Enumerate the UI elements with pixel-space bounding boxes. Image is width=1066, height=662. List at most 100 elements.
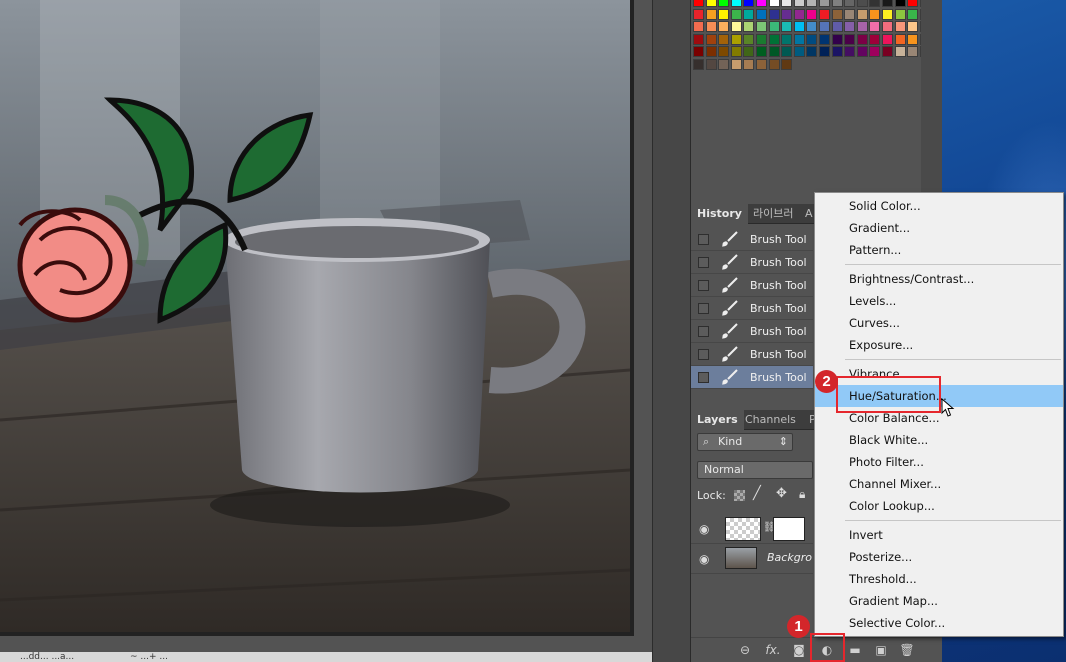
color-swatch[interactable]: [768, 46, 780, 58]
color-swatch[interactable]: [693, 21, 704, 33]
history-snapshot-checkbox[interactable]: [698, 326, 709, 337]
color-swatch[interactable]: [806, 8, 818, 20]
color-swatch[interactable]: [781, 59, 793, 70]
color-swatch[interactable]: [856, 21, 868, 33]
color-swatch[interactable]: [844, 33, 856, 45]
color-swatch[interactable]: [907, 21, 919, 33]
color-swatch[interactable]: [756, 0, 767, 7]
color-swatch[interactable]: [730, 21, 742, 33]
color-swatch[interactable]: [831, 21, 843, 33]
color-swatch[interactable]: [768, 33, 780, 45]
color-swatch[interactable]: [693, 46, 704, 58]
history-snapshot-checkbox[interactable]: [698, 349, 709, 360]
color-swatch[interactable]: [869, 21, 881, 33]
lock-transparent-icon[interactable]: [734, 490, 745, 501]
color-swatch[interactable]: [781, 21, 793, 33]
color-swatch[interactable]: [718, 33, 730, 45]
color-swatch[interactable]: [793, 8, 805, 20]
color-swatch[interactable]: [693, 59, 704, 70]
color-swatch[interactable]: [894, 33, 906, 45]
color-swatch[interactable]: [806, 46, 818, 58]
tab-channels[interactable]: Channels: [739, 410, 802, 430]
history-snapshot-checkbox[interactable]: [698, 303, 709, 314]
color-swatch[interactable]: [693, 33, 704, 45]
color-swatch[interactable]: [844, 8, 856, 20]
color-swatch[interactable]: [793, 0, 805, 7]
color-swatch[interactable]: [730, 33, 742, 45]
layer-kind-filter[interactable]: ⌕ Kind ⇕: [697, 433, 793, 451]
color-swatch[interactable]: [730, 59, 742, 70]
swatches-scrollbar[interactable]: [921, 0, 942, 200]
color-swatch[interactable]: [819, 8, 830, 20]
color-swatch[interactable]: [730, 46, 742, 58]
color-swatch[interactable]: [718, 8, 730, 20]
color-swatch[interactable]: [756, 8, 767, 20]
add-mask-icon[interactable]: ◙: [791, 642, 807, 658]
layer-row[interactable]: ◉ ⛓: [691, 514, 813, 544]
history-item[interactable]: Brush Tool: [691, 228, 813, 251]
color-swatch[interactable]: [819, 0, 830, 7]
color-swatch[interactable]: [907, 8, 919, 20]
color-swatch[interactable]: [756, 21, 767, 33]
menu-item-invert[interactable]: Invert: [815, 524, 1063, 546]
menu-item-photo-filter[interactable]: Photo Filter...: [815, 451, 1063, 473]
menu-item-curves[interactable]: Curves...: [815, 312, 1063, 334]
history-item[interactable]: Brush Tool: [691, 251, 813, 274]
color-swatch[interactable]: [756, 59, 767, 70]
menu-item-channel-mixer[interactable]: Channel Mixer...: [815, 473, 1063, 495]
tab-layers[interactable]: Layers: [691, 410, 744, 430]
document-canvas[interactable]: [0, 0, 630, 632]
menu-item-brightness-contrast[interactable]: Brightness/Contrast...: [815, 268, 1063, 290]
color-swatch[interactable]: [869, 8, 881, 20]
menu-item-solid-color[interactable]: Solid Color...: [815, 195, 1063, 217]
menu-item-color-lookup[interactable]: Color Lookup...: [815, 495, 1063, 517]
menu-item-levels[interactable]: Levels...: [815, 290, 1063, 312]
color-swatch[interactable]: [894, 46, 906, 58]
color-swatch[interactable]: [743, 46, 755, 58]
color-swatch[interactable]: [705, 46, 717, 58]
history-item[interactable]: Brush Tool: [691, 366, 813, 389]
color-swatch[interactable]: [806, 21, 818, 33]
color-swatch[interactable]: [705, 0, 717, 7]
color-swatch[interactable]: [743, 59, 755, 70]
history-item[interactable]: Brush Tool: [691, 274, 813, 297]
color-swatch[interactable]: [882, 21, 893, 33]
color-swatch[interactable]: [718, 0, 730, 7]
tab-libraries[interactable]: 라이브러: [747, 204, 799, 224]
color-swatch[interactable]: [793, 46, 805, 58]
color-swatch[interactable]: [831, 0, 843, 7]
color-swatch[interactable]: [831, 8, 843, 20]
color-swatch[interactable]: [882, 46, 893, 58]
color-swatch[interactable]: [819, 46, 830, 58]
color-swatch[interactable]: [718, 46, 730, 58]
color-swatch[interactable]: [693, 0, 704, 7]
color-swatch[interactable]: [856, 33, 868, 45]
color-swatch[interactable]: [743, 33, 755, 45]
menu-item-pattern[interactable]: Pattern...: [815, 239, 1063, 261]
color-swatch[interactable]: [869, 46, 881, 58]
menu-item-gradient-map[interactable]: Gradient Map...: [815, 590, 1063, 612]
history-snapshot-checkbox[interactable]: [698, 257, 709, 268]
color-swatch[interactable]: [705, 8, 717, 20]
history-snapshot-checkbox[interactable]: [698, 372, 709, 383]
layer-mask-thumbnail[interactable]: [773, 517, 805, 541]
history-item[interactable]: Brush Tool: [691, 297, 813, 320]
new-layer-icon[interactable]: ▣: [873, 642, 889, 658]
lock-move-icon[interactable]: ✥: [776, 486, 787, 501]
color-swatch[interactable]: [705, 21, 717, 33]
trash-icon[interactable]: 🗑︎: [899, 642, 915, 658]
history-item[interactable]: Brush Tool: [691, 320, 813, 343]
color-swatch[interactable]: [730, 8, 742, 20]
color-swatch[interactable]: [793, 33, 805, 45]
menu-item-exposure[interactable]: Exposure...: [815, 334, 1063, 356]
color-swatch[interactable]: [730, 0, 742, 7]
color-swatch[interactable]: [831, 33, 843, 45]
color-swatch[interactable]: [756, 46, 767, 58]
menu-item-threshold[interactable]: Threshold...: [815, 568, 1063, 590]
color-swatch[interactable]: [781, 33, 793, 45]
eye-icon[interactable]: ◉: [699, 522, 713, 536]
color-swatch[interactable]: [907, 33, 919, 45]
color-swatch[interactable]: [781, 0, 793, 7]
color-swatch[interactable]: [781, 46, 793, 58]
color-swatch[interactable]: [768, 21, 780, 33]
